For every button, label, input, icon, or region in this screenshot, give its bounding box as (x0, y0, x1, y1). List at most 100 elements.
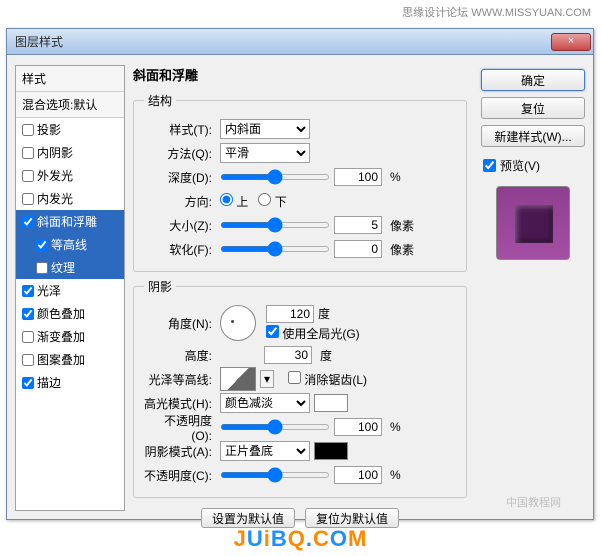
altitude-input[interactable] (264, 346, 312, 364)
style-item-label: 渐变叠加 (37, 328, 85, 345)
depth-slider[interactable] (220, 174, 330, 180)
checkbox-color-overlay[interactable] (22, 308, 34, 320)
depth-input[interactable] (334, 168, 382, 186)
style-item-pattern-overlay[interactable]: 图案叠加 (16, 348, 124, 371)
antialiased-checkbox[interactable]: 消除锯齿(L) (288, 371, 367, 388)
style-select[interactable]: 内斜面 (220, 119, 310, 139)
ok-button[interactable]: 确定 (481, 69, 585, 91)
checkbox-stroke[interactable] (22, 377, 34, 389)
style-item-outer-glow[interactable]: 外发光 (16, 164, 124, 187)
gloss-contour-swatch[interactable] (220, 367, 256, 391)
reset-default-button[interactable]: 复位为默认值 (305, 508, 399, 528)
style-item-bevel-emboss[interactable]: 斜面和浮雕 (16, 210, 124, 233)
new-style-button[interactable]: 新建样式(W)... (481, 125, 585, 147)
highlight-opacity-label: 不透明度(O): (144, 412, 216, 443)
style-item-satin[interactable]: 光泽 (16, 279, 124, 302)
checkbox-gradient-overlay[interactable] (22, 331, 34, 343)
soften-unit: 像素 (390, 241, 414, 258)
size-input[interactable] (334, 216, 382, 234)
depth-unit: % (390, 170, 401, 184)
style-item-texture[interactable]: 纹理 (16, 256, 124, 279)
checkbox-inner-shadow[interactable] (22, 147, 34, 159)
soften-input[interactable] (334, 240, 382, 258)
cancel-button[interactable]: 复位 (481, 97, 585, 119)
angle-unit: 度 (318, 305, 330, 322)
soften-slider[interactable] (220, 246, 330, 252)
style-item-stroke[interactable]: 描边 (16, 371, 124, 394)
shadow-mode-label: 阴影模式(A): (144, 443, 216, 460)
style-item-inner-glow[interactable]: 内发光 (16, 187, 124, 210)
style-item-contour[interactable]: 等高线 (16, 233, 124, 256)
direction-up[interactable]: 上 (220, 193, 248, 210)
shadow-opacity-slider[interactable] (220, 472, 330, 478)
shadow-opacity-unit: % (390, 468, 401, 482)
checkbox-texture[interactable] (36, 262, 48, 274)
checkbox-drop-shadow[interactable] (22, 124, 34, 136)
altitude-unit: 度 (320, 347, 332, 364)
style-list-header: 样式 (16, 66, 124, 92)
style-item-label: 等高线 (51, 236, 87, 253)
checkbox-outer-glow[interactable] (22, 170, 34, 182)
highlight-mode-label: 高光模式(H): (144, 395, 216, 412)
soften-label: 软化(F): (144, 241, 216, 258)
style-item-label: 描边 (37, 374, 61, 391)
titlebar: 图层样式 × (7, 29, 593, 55)
structure-legend: 结构 (144, 92, 176, 109)
center-panel: 斜面和浮雕 结构 样式(T): 内斜面 方法(Q): 平滑 深度(D): % (125, 65, 475, 511)
highlight-opacity-input[interactable] (334, 418, 382, 436)
style-item-drop-shadow[interactable]: 投影 (16, 118, 124, 141)
shadow-opacity-input[interactable] (334, 466, 382, 484)
angle-dial[interactable] (220, 305, 256, 341)
use-global-light[interactable]: 使用全局光(G) (266, 325, 360, 342)
style-item-label: 斜面和浮雕 (37, 213, 97, 230)
angle-input[interactable] (266, 305, 314, 323)
contour-dropdown-icon[interactable]: ▾ (260, 370, 274, 388)
style-item-label: 图案叠加 (37, 351, 85, 368)
style-item-label: 内阴影 (37, 144, 73, 161)
shadow-mode-select[interactable]: 正片叠底 (220, 441, 310, 461)
technique-select[interactable]: 平滑 (220, 143, 310, 163)
style-item-gradient-overlay[interactable]: 渐变叠加 (16, 325, 124, 348)
style-item-label: 颜色叠加 (37, 305, 85, 322)
depth-label: 深度(D): (144, 169, 216, 186)
style-item-label: 投影 (37, 121, 61, 138)
highlight-opacity-unit: % (390, 420, 401, 434)
style-item-inner-shadow[interactable]: 内阴影 (16, 141, 124, 164)
watermark-small: 中国教程网 (506, 494, 561, 510)
style-list-panel: 样式 混合选项:默认 投影 内阴影 外发光 内发光 斜面和浮雕 等高线 纹理 光… (15, 65, 125, 511)
style-item-color-overlay[interactable]: 颜色叠加 (16, 302, 124, 325)
direction-label: 方向: (144, 193, 216, 210)
checkbox-satin[interactable] (22, 285, 34, 297)
style-item-label: 内发光 (37, 190, 73, 207)
highlight-mode-select[interactable]: 颜色减淡 (220, 393, 310, 413)
checkbox-inner-glow[interactable] (22, 193, 34, 205)
footer-logo: JUiBQ.COM (234, 526, 368, 551)
style-item-label: 外发光 (37, 167, 73, 184)
checkbox-pattern-overlay[interactable] (22, 354, 34, 366)
style-list: 投影 内阴影 外发光 内发光 斜面和浮雕 等高线 纹理 光泽 颜色叠加 渐变叠加… (16, 118, 124, 510)
close-button[interactable]: × (551, 33, 591, 51)
gloss-contour-label: 光泽等高线: (144, 371, 216, 388)
make-default-button[interactable]: 设置为默认值 (201, 508, 295, 528)
blending-options-row[interactable]: 混合选项:默认 (16, 92, 124, 118)
preview-thumbnail (496, 186, 570, 260)
watermark-top: 思缘设计论坛 WWW.MISSYUAN.COM (402, 4, 591, 20)
dialog-body: 样式 混合选项:默认 投影 内阴影 外发光 内发光 斜面和浮雕 等高线 纹理 光… (7, 55, 593, 519)
size-label: 大小(Z): (144, 217, 216, 234)
size-slider[interactable] (220, 222, 330, 228)
direction-down[interactable]: 下 (258, 193, 286, 210)
checkbox-bevel-emboss[interactable] (22, 216, 34, 228)
shadow-color-swatch[interactable] (314, 442, 348, 460)
style-label: 样式(T): (144, 121, 216, 138)
shading-legend: 阴影 (144, 278, 176, 295)
highlight-color-swatch[interactable] (314, 394, 348, 412)
dialog-title: 图层样式 (15, 33, 551, 50)
layer-style-dialog: 图层样式 × 样式 混合选项:默认 投影 内阴影 外发光 内发光 斜面和浮雕 等… (6, 28, 594, 520)
highlight-opacity-slider[interactable] (220, 424, 330, 430)
panel-title: 斜面和浮雕 (133, 65, 467, 84)
shading-group: 阴影 角度(N): 度 使用全局光(G) 高度: (133, 278, 467, 498)
preview-checkbox[interactable]: 预览(V) (481, 153, 585, 178)
style-item-label: 纹理 (51, 259, 75, 276)
checkbox-contour[interactable] (36, 239, 48, 251)
structure-group: 结构 样式(T): 内斜面 方法(Q): 平滑 深度(D): % 方向: (133, 92, 467, 272)
